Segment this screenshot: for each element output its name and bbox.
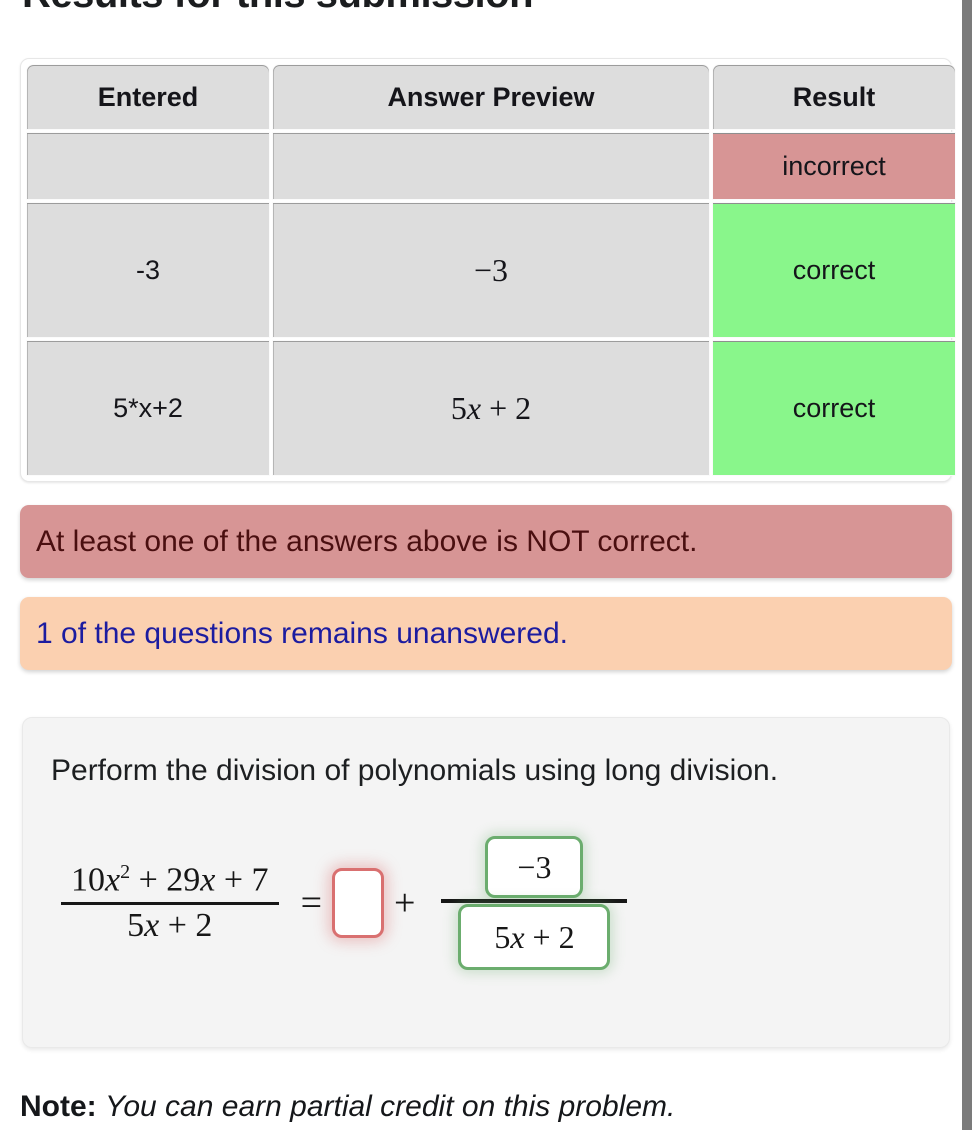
left-fraction-denominator: 5x + 2 [127, 906, 213, 944]
preview-expression: 5x + 2 [450, 389, 532, 426]
remainder-fraction: −3 5x + 2 [441, 836, 628, 970]
answer-input-remainder-denominator[interactable]: 5x + 2 [458, 904, 611, 970]
fraction-bar [441, 899, 628, 903]
cell-answer-preview: −3 [272, 202, 710, 338]
scrollbar-thumb[interactable] [962, 0, 972, 1130]
table-row: -3 −3 correct [26, 202, 956, 338]
cell-result-correct: correct [712, 202, 956, 338]
cell-result-incorrect: incorrect [712, 132, 956, 200]
note-text: You can earn partial credit on this prob… [105, 1090, 676, 1123]
cell-result-correct: correct [712, 340, 956, 476]
scrollbar-track[interactable] [956, 0, 976, 1130]
left-fraction-numerator: 10x2 + 29x + 7 [71, 861, 269, 899]
alert-message: At least one of the answers above is NOT… [36, 524, 698, 558]
plus-sign: + [394, 882, 416, 924]
alert-message: 1 of the questions remains unanswered. [36, 616, 568, 650]
partial-credit-note: Note: You can earn partial credit on thi… [20, 1090, 675, 1124]
cell-answer-preview: 5x + 2 [272, 340, 710, 476]
problem-equation: 10x2 + 29x + 7 5x + 2 = + −3 5x + 2 [61, 836, 628, 970]
results-table-container: Entered Answer Preview Result incorrect … [20, 58, 956, 482]
results-page: Results for this submission Entered Answ… [0, 0, 976, 1130]
alert-unanswered-questions: 1 of the questions remains unanswered. [20, 597, 952, 670]
table-row: incorrect [26, 132, 956, 200]
page-title: Results for this submission [22, 0, 534, 17]
equals-sign: = [300, 882, 322, 924]
answer-input-remainder-numerator[interactable]: −3 [485, 836, 584, 898]
column-header-answer-preview: Answer Preview [272, 64, 710, 130]
column-header-entered: Entered [26, 64, 270, 130]
table-row: 5*x+2 5x + 2 correct [26, 340, 956, 476]
table-header-row: Entered Answer Preview Result [26, 64, 956, 130]
denominator-expression: 5x + 2 [494, 918, 575, 955]
answer-input-quotient[interactable] [332, 868, 384, 938]
cell-entered: -3 [26, 202, 270, 338]
cell-answer-preview [272, 132, 710, 200]
page-left-edge [0, 0, 2, 1130]
note-label: Note: [20, 1090, 97, 1123]
problem-prompt: Perform the division of polynomials usin… [51, 754, 779, 787]
cell-entered: 5*x+2 [26, 340, 270, 476]
left-fraction: 10x2 + 29x + 7 5x + 2 [61, 859, 279, 946]
results-table: Entered Answer Preview Result incorrect … [24, 62, 958, 478]
cell-entered [26, 132, 270, 200]
alert-incorrect-answers: At least one of the answers above is NOT… [20, 505, 952, 578]
problem-card: Perform the division of polynomials usin… [22, 717, 950, 1048]
column-header-result: Result [712, 64, 956, 130]
